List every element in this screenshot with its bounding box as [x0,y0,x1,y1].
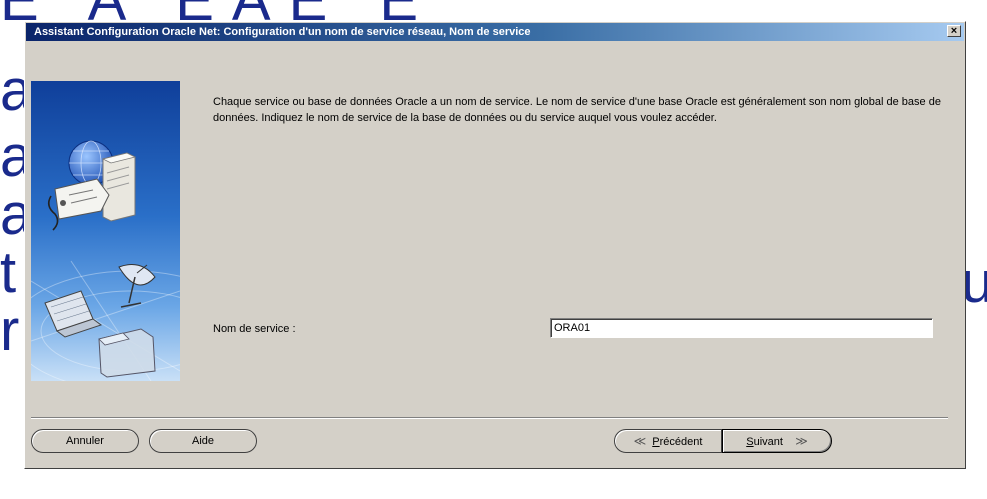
service-description: Chaque service ou base de données Oracle… [213,96,941,124]
service-name-input[interactable] [550,318,933,338]
previous-button-label: récédent [659,436,703,448]
chevron-right-double-icon: ≫ [795,434,808,448]
service-name-label: Nom de service : [213,323,296,335]
help-button[interactable]: Aide [149,429,257,453]
cancel-button[interactable]: Annuler [31,429,139,453]
wizard-side-image [31,81,180,381]
next-button[interactable]: Suivant ≫ [722,429,832,453]
next-button-label: uivant [753,436,783,448]
background-slide-text: t [0,240,17,305]
close-button[interactable]: × [947,25,961,37]
dialog-title: Assistant Configuration Oracle Net: Conf… [34,26,531,38]
chevron-left-double-icon: ≪ [633,434,647,448]
help-button-label: Aide [191,435,215,447]
close-icon: × [950,25,958,37]
next-accelerator: S [746,436,754,448]
button-separator [31,417,948,419]
cancel-button-label: Annuler [66,435,104,447]
previous-button[interactable]: ≪ Précédent [614,429,722,453]
background-slide-text: r [0,298,20,363]
dialog-titlebar[interactable]: Assistant Configuration Oracle Net: Conf… [26,23,964,41]
server-icon [101,152,137,222]
previous-accelerator: P [652,436,660,448]
net-config-assistant-dialog: Assistant Configuration Oracle Net: Conf… [24,21,966,469]
